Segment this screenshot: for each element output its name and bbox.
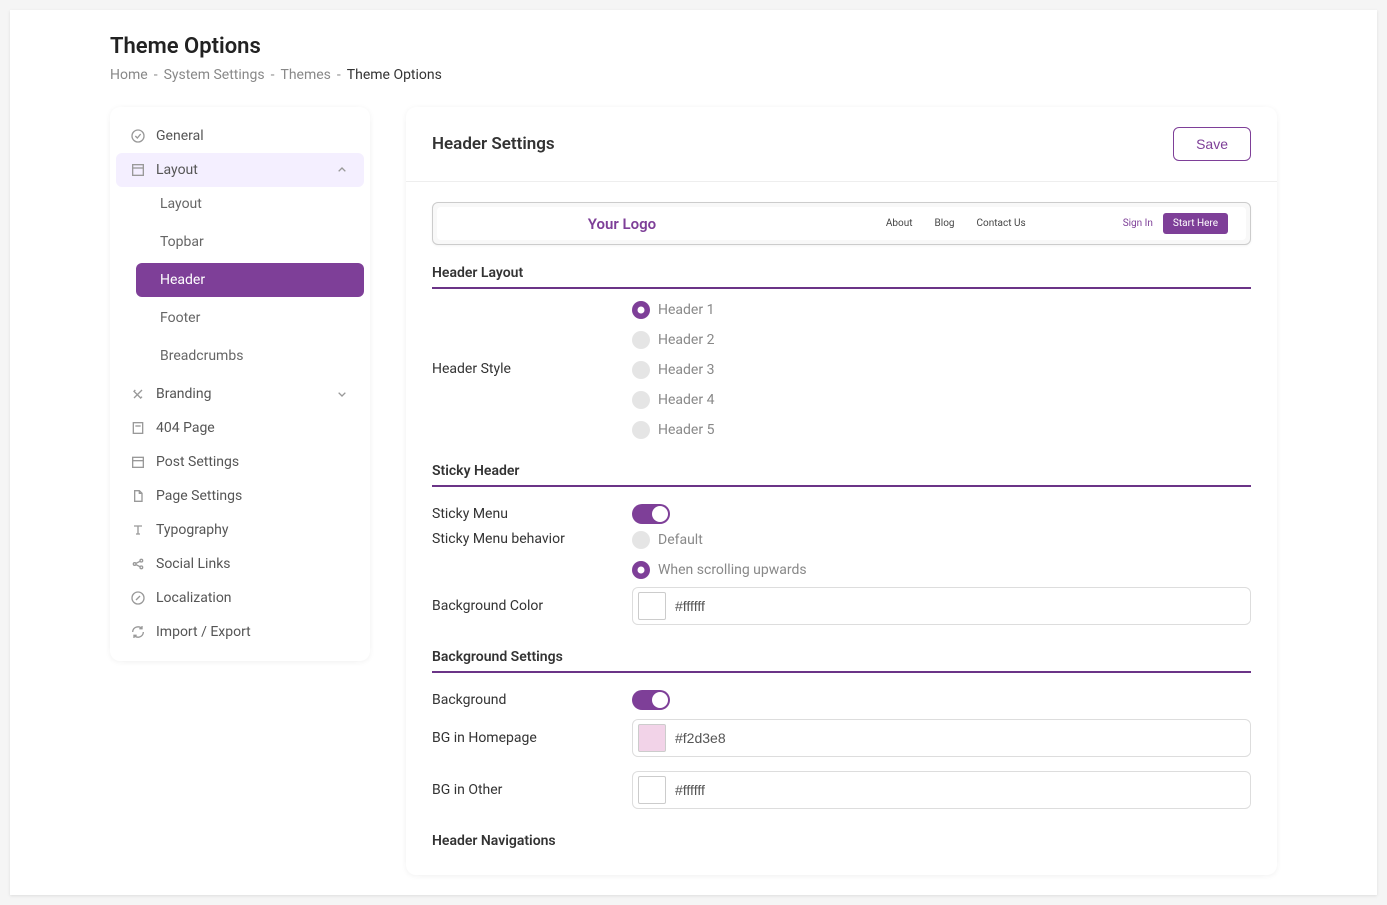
sidebar-label: Typography [156,522,228,538]
sidebar-label: Import / Export [156,624,251,640]
radio-header-4[interactable]: Header 4 [632,391,1251,409]
page-icon [130,420,146,436]
sidebar-item-localization[interactable]: Localization [110,581,370,615]
radio-label: When scrolling upwards [658,562,807,578]
radio-label: Header 3 [658,362,714,378]
bg-other-field[interactable] [671,774,1250,806]
bg-color-field[interactable] [671,590,1250,622]
sidebar-label: Branding [156,386,211,402]
color-swatch[interactable] [638,776,666,804]
radio-behavior-upwards[interactable]: When scrolling upwards [632,561,1251,579]
tools-icon [130,386,146,402]
sticky-menu-label: Sticky Menu [432,506,632,522]
type-icon [130,522,146,538]
file-icon [130,488,146,504]
breadcrumb: Home- System Settings- Themes- Theme Opt… [110,67,1277,83]
bg-other-label: BG in Other [432,782,632,798]
bg-color-input[interactable] [632,587,1251,625]
sidebar-sub-footer[interactable]: Footer [136,301,364,335]
bg-home-input[interactable] [632,719,1251,757]
calendar-icon [130,454,146,470]
sidebar-sub-header[interactable]: Header [136,263,364,297]
sidebar-sub-breadcrumbs[interactable]: Breadcrumbs [136,339,364,373]
section-background-settings: Background Settings [432,649,1251,673]
sidebar-item-social-links[interactable]: Social Links [110,547,370,581]
preview-logo: Your Logo [455,215,789,233]
radio-header-5[interactable]: Header 5 [632,421,1251,439]
save-button[interactable]: Save [1173,127,1251,161]
section-header-navigations: Header Navigations [432,833,1251,855]
radio-label: Header 2 [658,332,714,348]
sidebar-label: Layout [156,162,198,178]
sidebar-item-post-settings[interactable]: Post Settings [110,445,370,479]
radio-icon [632,331,650,349]
sidebar-item-layout[interactable]: Layout [116,153,364,187]
background-label: Background [432,692,632,708]
page-title: Theme Options [110,34,1277,59]
refresh-icon [130,624,146,640]
chevron-down-icon [334,386,350,402]
radio-icon [632,361,650,379]
sidebar-label: 404 Page [156,420,215,436]
sidebar-label: Social Links [156,556,231,572]
sidebar-label: General [156,128,204,144]
bg-color-label: Background Color [432,598,632,614]
radio-icon [632,301,650,319]
panel-title: Header Settings [432,134,555,154]
radio-behavior-default[interactable]: Default [632,531,1251,549]
breadcrumb-themes[interactable]: Themes [280,67,330,83]
color-swatch[interactable] [638,724,666,752]
sidebar-label: Page Settings [156,488,242,504]
breadcrumb-home[interactable]: Home [110,67,148,83]
radio-icon [632,561,650,579]
sidebar-item-branding[interactable]: Branding [110,377,370,411]
sidebar-item-page-settings[interactable]: Page Settings [110,479,370,513]
section-header-layout: Header Layout [432,265,1251,289]
preview-nav-item: Blog [935,218,955,229]
share-icon [130,556,146,572]
breadcrumb-system-settings[interactable]: System Settings [164,67,265,83]
bg-home-label: BG in Homepage [432,730,632,746]
sidebar-label: Localization [156,590,232,606]
background-toggle[interactable] [632,690,670,710]
preview-nav-item: About [886,218,913,229]
sidebar-sub-layout[interactable]: Layout [136,187,364,221]
section-sticky-header: Sticky Header [432,463,1251,487]
preview-cta: Start Here [1163,213,1228,234]
radio-header-2[interactable]: Header 2 [632,331,1251,349]
sidebar: General Layout Layout Topbar Header Foot… [110,107,370,661]
header-style-label: Header Style [432,301,632,377]
preview-nav-item: Contact Us [977,218,1026,229]
sticky-behavior-label: Sticky Menu behavior [432,531,632,547]
bg-home-field[interactable] [671,722,1250,754]
sidebar-item-general[interactable]: General [110,119,370,153]
radio-label: Header 5 [658,422,714,438]
radio-icon [632,391,650,409]
color-swatch[interactable] [638,592,666,620]
sidebar-item-import-export[interactable]: Import / Export [110,615,370,649]
radio-label: Header 4 [658,392,714,408]
check-circle-icon [130,128,146,144]
sticky-menu-toggle[interactable] [632,504,670,524]
radio-icon [632,531,650,549]
radio-icon [632,421,650,439]
sidebar-sub-topbar[interactable]: Topbar [136,225,364,259]
radio-label: Header 1 [658,302,714,318]
radio-label: Default [658,532,703,548]
preview-signin: Sign In [1123,218,1153,229]
layout-icon [130,162,146,178]
sidebar-label: Post Settings [156,454,239,470]
chevron-up-icon [334,162,350,178]
radio-header-1[interactable]: Header 1 [632,301,1251,319]
sidebar-item-404[interactable]: 404 Page [110,411,370,445]
bg-other-input[interactable] [632,771,1251,809]
radio-header-3[interactable]: Header 3 [632,361,1251,379]
compass-icon [130,590,146,606]
breadcrumb-current: Theme Options [347,67,442,83]
main-panel: Header Settings Save Your Logo About Blo… [406,107,1277,875]
header-preview: Your Logo About Blog Contact Us Sign In … [432,202,1251,245]
sidebar-item-typography[interactable]: Typography [110,513,370,547]
